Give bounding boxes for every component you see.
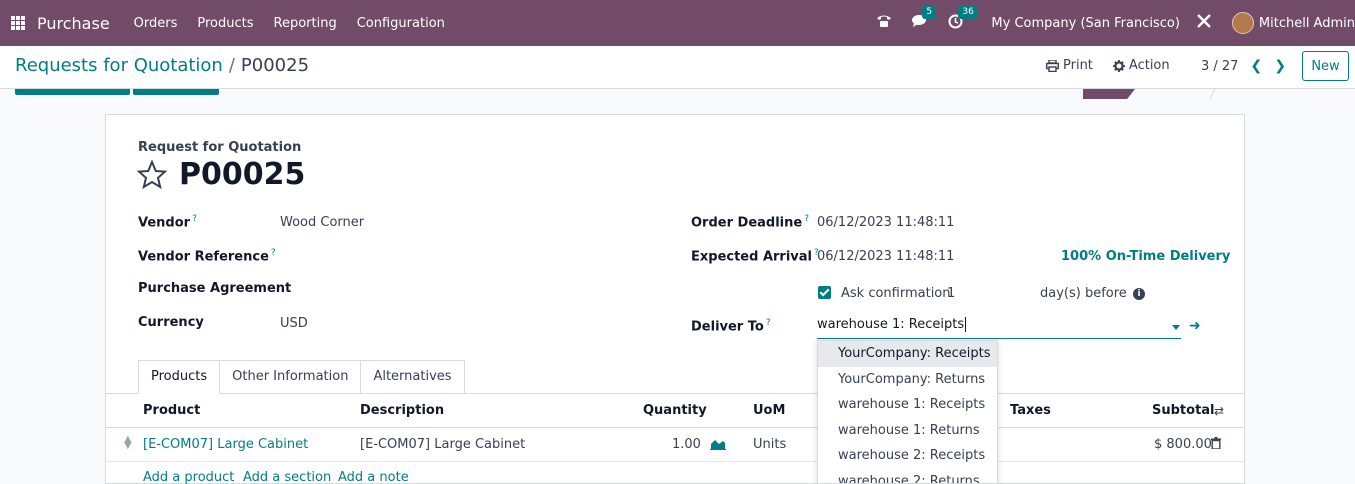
drag-handle-icon[interactable]: ▲ ▼ [124,435,132,451]
apps-grid-icon[interactable] [11,16,25,30]
vendor-reference-label: Vendor Reference? [138,248,276,265]
vendor-reference-help-icon[interactable]: ? [271,248,276,258]
info-icon[interactable]: i [1133,288,1145,300]
messages-badge: 5 [922,6,937,19]
print-icon [1046,59,1059,72]
print-label: Print [1063,58,1093,73]
external-link-arrow-icon[interactable]: ➜ [1189,318,1201,334]
expected-arrival-field[interactable]: 06/12/2023 11:48:11 [817,249,954,264]
menu-orders[interactable]: Orders [134,16,178,31]
order-deadline-help-icon[interactable]: ? [804,214,809,224]
notebook-tabs: Products Other Information Alternatives [138,360,465,394]
dropdown-option[interactable]: warehouse 2: Receipts [818,443,997,469]
menu-reporting[interactable]: Reporting [274,16,337,31]
phone-icon[interactable] [876,14,892,32]
vendor-label: Vendor? [138,214,197,231]
action-button[interactable]: Action [1112,58,1170,73]
status-bar-active-stage[interactable] [1083,89,1135,99]
tab-other-information[interactable]: Other Information [220,360,362,394]
order-deadline-label: Order Deadline? [691,214,809,231]
breadcrumb: Requests for Quotation / P00025 [15,55,309,76]
ask-confirmation-label: Ask confirmation [841,286,951,301]
row-description[interactable]: [E-COM07] Large Cabinet [360,437,525,452]
ask-confirmation-days-field[interactable]: 1 [947,286,955,301]
add-section-link[interactable]: Add a section [243,470,331,484]
trash-icon[interactable] [1211,437,1221,449]
column-subtotal[interactable]: Subtotal [1152,403,1215,418]
gear-icon [1112,59,1125,72]
dropdown-option[interactable]: YourCompany: Receipts [818,341,997,367]
action-label: Action [1128,58,1170,73]
row-product[interactable]: [E-COM07] Large Cabinet [143,437,308,452]
row-quantity[interactable]: 1.00 [672,437,701,452]
days-before-label: day(s) before [1040,286,1127,301]
form-sheet: Request for Quotation P00025 Vendor? Woo… [105,114,1245,484]
order-deadline-field[interactable]: 06/12/2023 11:48:11 [817,215,954,230]
tab-alternatives[interactable]: Alternatives [361,360,465,394]
dropdown-option[interactable]: YourCompany: Returns [818,367,997,393]
add-note-link[interactable]: Add a note [338,470,409,484]
ask-confirmation-checkbox[interactable] [818,286,831,299]
pager: 3 / 27 ❮ ❯ [1201,58,1286,74]
user-avatar[interactable] [1231,12,1254,34]
column-product[interactable]: Product [143,403,200,418]
pager-previous-icon[interactable]: ❮ [1250,58,1262,74]
tab-products[interactable]: Products [138,360,221,394]
purchase-agreement-label: Purchase Agreement [138,281,292,296]
record-name: P00025 [179,157,306,192]
currency-label: Currency [138,315,204,330]
breadcrumb-separator: / [228,55,235,76]
print-button[interactable]: Print [1046,58,1093,73]
breadcrumb-parent[interactable]: Requests for Quotation [15,55,223,76]
deliver-to-help-icon[interactable]: ? [766,318,771,328]
add-product-link[interactable]: Add a product [143,470,234,484]
pager-value[interactable]: 3 / 27 [1201,59,1238,74]
user-menu[interactable]: Mitchell Admin [1259,16,1355,31]
document-type: Request for Quotation [138,140,302,155]
menu-configuration[interactable]: Configuration [357,16,445,31]
action-button-strip-2[interactable] [133,89,219,95]
vendor-field[interactable]: Wood Corner [280,215,364,230]
dropdown-option[interactable]: warehouse 1: Receipts [818,392,997,418]
messages-icon[interactable]: 5 [912,6,937,32]
action-button-strip[interactable] [15,89,130,95]
debug-tools-icon[interactable] [1196,13,1212,33]
top-navbar: Purchase Orders Products Reporting Confi… [0,0,1355,46]
row-uom[interactable]: Units [753,437,786,452]
column-taxes[interactable]: Taxes [1010,403,1051,418]
breadcrumb-current: P00025 [240,55,310,76]
dropdown-option[interactable]: warehouse 1: Returns [818,418,997,444]
menu-products[interactable]: Products [197,16,253,31]
pager-next-icon[interactable]: ❯ [1274,58,1286,74]
column-description[interactable]: Description [360,403,444,418]
on-time-delivery-link[interactable]: 100% On-Time Delivery [1061,249,1230,264]
activities-badge: 36 [958,5,978,19]
dropdown-option[interactable]: warehouse 2: Returns [818,469,997,484]
new-button[interactable]: New [1302,51,1349,81]
vendor-help-icon[interactable]: ? [192,214,197,224]
deliver-to-input[interactable]: warehouse 1: Receipts [817,317,1181,339]
row-subtotal: $ 800.00 [1154,437,1212,452]
activities-icon[interactable]: 36 [948,5,978,33]
company-switcher[interactable]: My Company (San Francisco) [991,16,1179,31]
table-row-divider [106,461,1244,462]
star-icon[interactable] [136,159,168,191]
record-actions: Print Action [1046,58,1190,73]
optional-columns-icon[interactable]: ⇄ [1214,404,1224,418]
table-header-divider [106,427,1244,428]
deliver-to-dropdown: YourCompany: Receipts YourCompany: Retur… [817,340,998,484]
column-quantity[interactable]: Quantity [643,403,707,418]
deliver-to-label: Deliver To? [691,318,771,335]
forecast-chart-icon[interactable] [710,438,726,450]
expected-arrival-label: Expected Arrival? [691,248,819,265]
currency-field[interactable]: USD [280,316,308,331]
column-uom[interactable]: UoM [753,403,785,418]
chevron-down-icon[interactable] [1172,325,1180,330]
control-panel: Requests for Quotation / P00025 Print Acti… [0,46,1355,89]
status-bar-divider [1209,89,1225,99]
app-name[interactable]: Purchase [37,14,110,33]
navbar-systray: 5 36 My Company (San Francisco) Mitchell… [876,0,1355,46]
